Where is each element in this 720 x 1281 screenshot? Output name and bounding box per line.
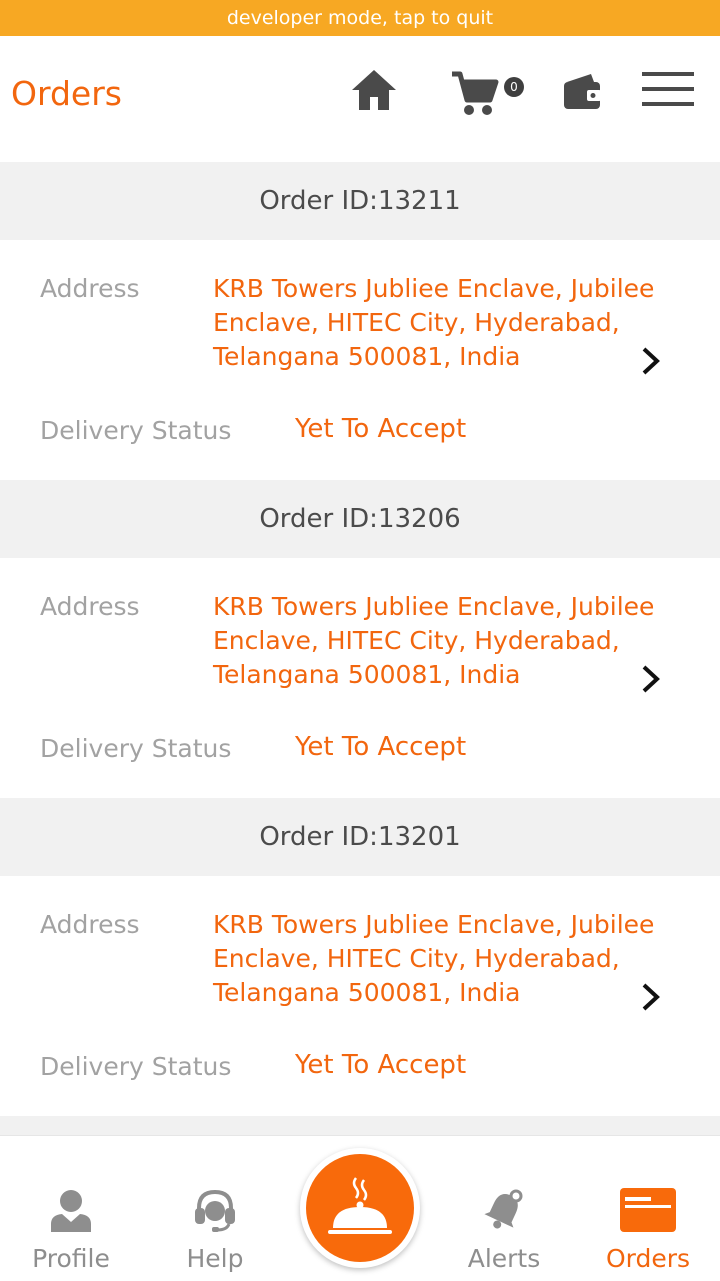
cart-icon[interactable]: [450, 70, 500, 118]
address-label: Address: [40, 910, 140, 939]
order-id: Order ID:13211: [259, 186, 461, 216]
order-card[interactable]: Address KRB Towers Jubliee Enclave, Jubi…: [0, 876, 720, 1116]
developer-mode-text: developer mode, tap to quit: [226, 7, 494, 29]
wallet-icon[interactable]: [561, 72, 603, 112]
address-value: KRB Towers Jubliee Enclave, Jubilee Encl…: [213, 592, 655, 689]
chevron-right-icon[interactable]: [638, 982, 664, 1012]
cloche-icon: [328, 1177, 392, 1234]
nav-orders[interactable]: Orders: [578, 1136, 718, 1281]
nav-profile-label: Profile: [32, 1244, 110, 1273]
nav-help[interactable]: Help: [145, 1136, 285, 1281]
center-action-inner: [306, 1154, 414, 1262]
order-id: Order ID:13201: [259, 822, 461, 852]
nav-alerts-label: Alerts: [467, 1244, 541, 1273]
nav-alerts[interactable]: Alerts: [434, 1136, 574, 1281]
order-header: Order ID:13211: [0, 162, 720, 240]
address-value: KRB Towers Jubliee Enclave, Jubilee Encl…: [213, 274, 655, 371]
app-header: Orders 0: [0, 36, 720, 162]
orders-icon: [620, 1188, 676, 1232]
home-icon[interactable]: [350, 66, 398, 114]
developer-mode-banner[interactable]: developer mode, tap to quit: [0, 0, 720, 36]
nav-orders-label: Orders: [605, 1244, 691, 1273]
delivery-status-value: Yet To Accept: [295, 414, 467, 444]
delivery-status-label: Delivery Status: [40, 416, 232, 445]
nav-profile[interactable]: Profile: [1, 1136, 141, 1281]
chevron-right-icon[interactable]: [638, 346, 664, 376]
page-title: Orders: [11, 74, 122, 113]
delivery-status-label: Delivery Status: [40, 734, 232, 763]
delivery-status-value: Yet To Accept: [295, 1050, 467, 1080]
order-card[interactable]: Address KRB Towers Jubliee Enclave, Jubi…: [0, 240, 720, 480]
headset-icon: [195, 1189, 235, 1232]
orders-list: Order ID:13211 Address KRB Towers Jublie…: [0, 162, 720, 1116]
menu-icon[interactable]: [642, 72, 694, 106]
order-header: Order ID:13201: [0, 798, 720, 876]
chevron-right-icon[interactable]: [638, 664, 664, 694]
bell-icon: [484, 1189, 523, 1229]
delivery-status-label: Delivery Status: [40, 1052, 232, 1081]
profile-icon: [51, 1190, 91, 1232]
center-action-button[interactable]: [300, 1148, 420, 1268]
delivery-status-value: Yet To Accept: [295, 732, 467, 762]
order-id: Order ID:13206: [259, 504, 461, 534]
address-value: KRB Towers Jubliee Enclave, Jubilee Encl…: [213, 910, 655, 1007]
cart-count-badge: 0: [504, 77, 524, 97]
address-label: Address: [40, 274, 140, 303]
order-card[interactable]: Address KRB Towers Jubliee Enclave, Jubi…: [0, 558, 720, 798]
address-label: Address: [40, 592, 140, 621]
order-header: Order ID:13206: [0, 480, 720, 558]
nav-help-label: Help: [186, 1244, 244, 1273]
